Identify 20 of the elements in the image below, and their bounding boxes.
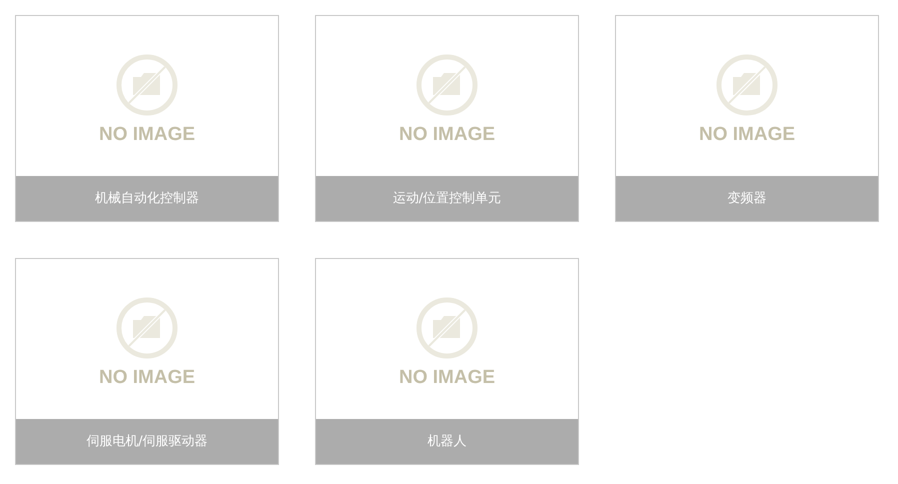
card-caption: 伺服电机/伺服驱动器: [86, 432, 208, 451]
placeholder-text: NO IMAGE: [398, 368, 496, 386]
no-image-icon: [415, 52, 479, 116]
card-caption: 机械自动化控制器: [95, 190, 199, 208]
product-card[interactable]: NO IMAGE 机器人: [315, 258, 579, 465]
product-card[interactable]: NO IMAGE 变频器: [615, 15, 879, 222]
no-image-icon: [115, 52, 179, 116]
no-image-icon: [715, 52, 779, 116]
placeholder-text: NO IMAGE: [98, 368, 196, 386]
placeholder-text: NO IMAGE: [98, 124, 196, 144]
card-caption: 变频器: [728, 190, 766, 208]
placeholder-text: NO IMAGE: [698, 124, 796, 144]
product-card[interactable]: NO IMAGE 运动/位置控制单元: [315, 15, 579, 222]
product-card[interactable]: NO IMAGE 伺服电机/伺服驱动器: [15, 258, 279, 465]
placeholder-text: NO IMAGE: [398, 124, 496, 144]
card-caption: 机器人: [428, 432, 466, 451]
card-caption: 运动/位置控制单元: [392, 190, 502, 208]
product-card[interactable]: NO IMAGE 机械自动化控制器: [15, 15, 279, 222]
no-image-icon: [115, 296, 179, 360]
no-image-icon: [415, 296, 479, 360]
